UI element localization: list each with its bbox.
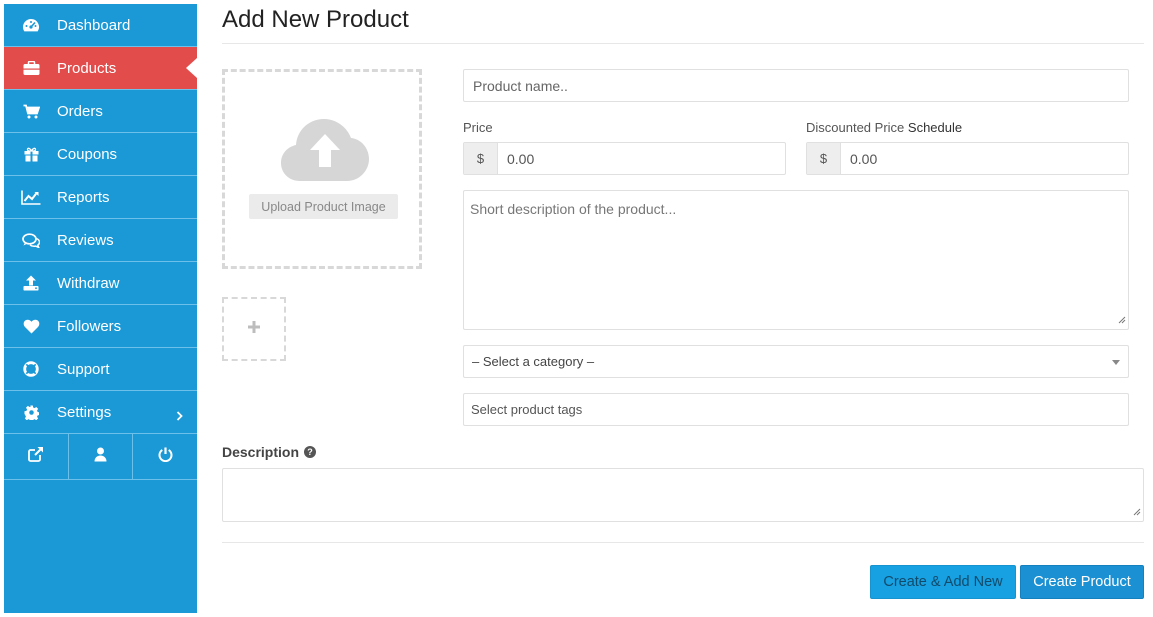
gear-icon xyxy=(20,404,42,420)
sidebar-item-label: Orders xyxy=(57,102,103,120)
shopping-cart-icon xyxy=(20,104,42,119)
chevron-right-icon xyxy=(176,408,183,425)
life-ring-icon xyxy=(20,361,42,377)
sidebar-item-settings[interactable]: Settings xyxy=(4,391,197,434)
schedule-link[interactable]: Schedule xyxy=(908,120,962,135)
comments-icon xyxy=(20,232,42,248)
divider xyxy=(222,542,1144,543)
short-description-textarea[interactable]: Short description of the product... xyxy=(463,190,1129,330)
sidebar-item-products[interactable]: Products xyxy=(4,47,197,90)
discounted-price-input[interactable]: 0.00 xyxy=(841,143,1128,174)
sidebar-item-label: Support xyxy=(57,360,110,378)
product-tags-input[interactable]: Select product tags xyxy=(463,393,1129,426)
caret-down-icon xyxy=(1112,360,1120,365)
price-input[interactable]: 0.00 xyxy=(498,143,785,174)
resize-handle-icon[interactable] xyxy=(1133,503,1141,519)
category-select[interactable]: – Select a category – xyxy=(463,345,1129,378)
sidebar-item-reviews[interactable]: Reviews xyxy=(4,219,197,262)
question-circle-icon[interactable]: ? xyxy=(304,446,317,458)
logout-button[interactable] xyxy=(133,434,197,479)
discounted-price-text: Discounted Price xyxy=(806,120,905,135)
sidebar-item-label: Reports xyxy=(57,188,110,206)
user-icon xyxy=(94,447,107,467)
cloud-upload-icon xyxy=(280,117,370,188)
heart-icon xyxy=(20,319,42,334)
power-icon xyxy=(158,447,173,467)
divider xyxy=(222,43,1144,44)
currency-addon: $ xyxy=(807,143,841,174)
price-label: Price xyxy=(463,120,493,135)
price-input-group: $ 0.00 xyxy=(463,142,786,175)
sidebar-item-label: Withdraw xyxy=(57,274,120,292)
discounted-price-label: Discounted Price Schedule xyxy=(806,120,962,135)
sidebar-item-label: Coupons xyxy=(57,145,118,163)
external-link-icon xyxy=(27,446,44,467)
create-and-add-new-button[interactable]: Create & Add New xyxy=(870,565,1016,599)
sidebar-item-withdraw[interactable]: Withdraw xyxy=(4,262,197,305)
upload-icon xyxy=(20,275,42,291)
create-product-button[interactable]: Create Product xyxy=(1020,565,1144,599)
sidebar-item-reports[interactable]: Reports xyxy=(4,176,197,219)
visit-store-button[interactable] xyxy=(4,434,69,479)
product-image-dropzone[interactable]: Upload Product Image xyxy=(222,69,422,269)
discounted-price-input-group: $ 0.00 xyxy=(806,142,1129,175)
sidebar-item-label: Settings xyxy=(57,403,112,421)
page-title: Add New Product xyxy=(222,6,409,33)
profile-button[interactable] xyxy=(69,434,134,479)
resize-handle-icon[interactable] xyxy=(1118,311,1126,327)
sidebar-item-label: Followers xyxy=(57,317,122,335)
upload-product-image-button[interactable]: Upload Product Image xyxy=(249,194,398,219)
gift-icon xyxy=(20,147,42,162)
description-label-text: Description xyxy=(222,444,300,460)
add-gallery-image-button[interactable] xyxy=(222,297,286,361)
plus-icon xyxy=(247,320,261,339)
briefcase-icon xyxy=(20,60,42,76)
sidebar: Dashboard Products Orders Coupons Report… xyxy=(4,4,197,613)
sidebar-item-label: Products xyxy=(57,59,117,77)
sidebar-footer xyxy=(4,434,197,480)
sidebar-item-label: Dashboard xyxy=(57,16,131,34)
sidebar-item-orders[interactable]: Orders xyxy=(4,90,197,133)
line-chart-icon xyxy=(20,190,42,205)
sidebar-item-dashboard[interactable]: Dashboard xyxy=(4,4,197,47)
short-description-placeholder: Short description of the product... xyxy=(470,201,677,217)
product-name-input[interactable]: Product name.. xyxy=(463,69,1129,102)
description-textarea[interactable] xyxy=(222,468,1144,522)
tachometer-icon xyxy=(20,17,42,33)
sidebar-item-coupons[interactable]: Coupons xyxy=(4,133,197,176)
sidebar-item-label: Reviews xyxy=(57,231,114,249)
description-label: Description ? xyxy=(222,444,317,460)
sidebar-item-support[interactable]: Support xyxy=(4,348,197,391)
sidebar-item-followers[interactable]: Followers xyxy=(4,305,197,348)
currency-addon: $ xyxy=(464,143,498,174)
category-selected-value: – Select a category – xyxy=(472,354,595,369)
